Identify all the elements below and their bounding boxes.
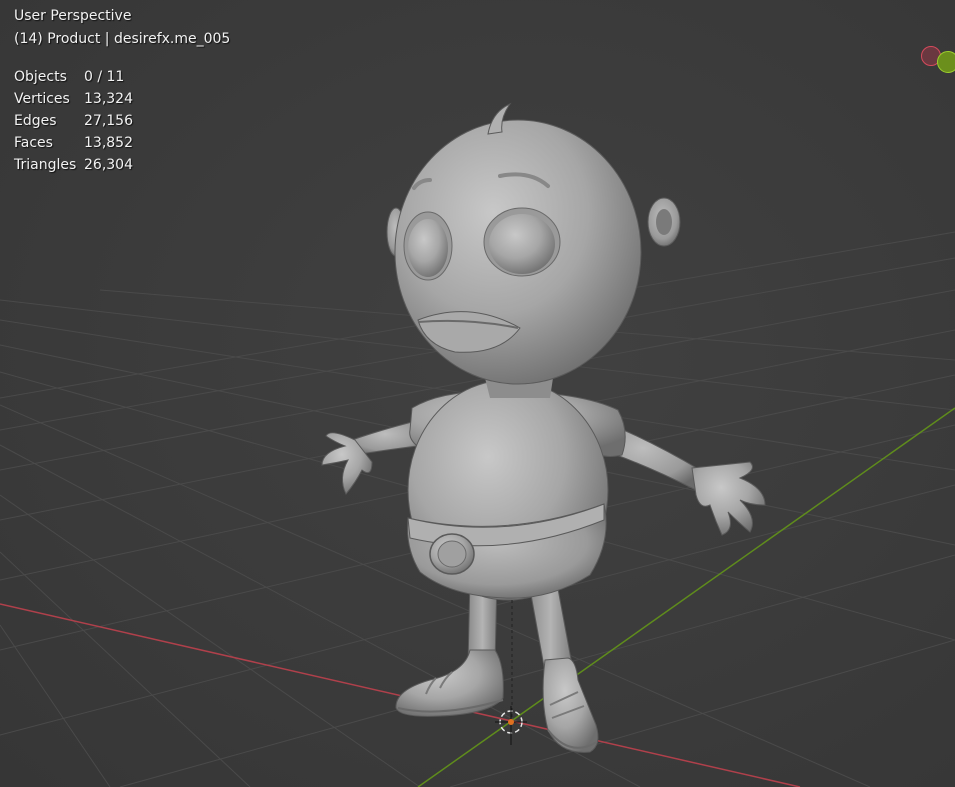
stat-label: Objects <box>14 69 67 85</box>
character-model[interactable] <box>321 102 766 753</box>
stat-label: Faces <box>14 135 53 151</box>
scene-statistics: Objects 0 / 11 Vertices 13,324 Edges 27,… <box>14 66 133 176</box>
stat-row-triangles: Triangles 26,304 <box>14 154 133 176</box>
stat-row-vertices: Vertices 13,324 <box>14 88 133 110</box>
stat-value: 13,852 <box>84 135 133 151</box>
stat-value: 0 / 11 <box>84 69 125 85</box>
stat-value: 27,156 <box>84 113 133 129</box>
3d-viewport[interactable]: User Perspective (14) Product | desirefx… <box>0 0 955 787</box>
stat-value: 13,324 <box>84 91 133 107</box>
stat-row-faces: Faces 13,852 <box>14 132 133 154</box>
stat-label: Edges <box>14 113 57 129</box>
stat-value: 26,304 <box>84 157 133 173</box>
stat-row-objects: Objects 0 / 11 <box>14 66 133 88</box>
stat-label: Triangles <box>14 157 77 173</box>
scene-canvas[interactable] <box>0 0 955 787</box>
viewport-collection-info: (14) Product | desirefx.me_005 <box>14 31 231 47</box>
stat-row-edges: Edges 27,156 <box>14 110 133 132</box>
viewport-view-name: User Perspective <box>14 8 132 24</box>
stat-label: Vertices <box>14 91 70 107</box>
navigation-gizmo-y-axis[interactable] <box>937 51 955 73</box>
